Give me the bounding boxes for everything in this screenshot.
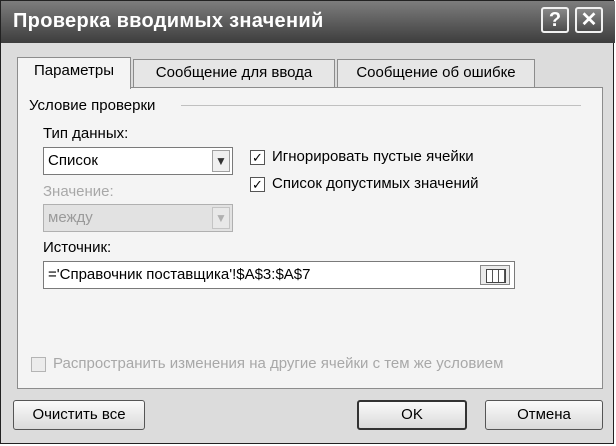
close-icon: ✕ — [580, 9, 598, 31]
check-icon: ✓ — [252, 150, 263, 165]
ok-button[interactable]: OK — [357, 400, 467, 430]
group-divider — [181, 105, 581, 106]
range-select-button[interactable] — [480, 265, 510, 285]
data-type-label: Тип данных: — [43, 125, 129, 142]
source-value: ='Справочник поставщика'!$A$3:$A$7 — [48, 266, 311, 283]
cancel-button[interactable]: Отмена — [485, 400, 603, 430]
chevron-down-icon: ▼ — [212, 207, 230, 229]
tab-parameters[interactable]: Параметры — [17, 57, 131, 89]
value-select: между ▼ — [43, 204, 233, 232]
tab-input-message[interactable]: Сообщение для ввода — [133, 59, 335, 87]
title-bar[interactable]: Проверка вводимых значений ? ✕ — [1, 1, 615, 43]
ignore-blank-label[interactable]: Игнорировать пустые ячейки — [272, 148, 474, 165]
close-button[interactable]: ✕ — [575, 7, 603, 33]
in-cell-dropdown-checkbox[interactable]: ✓ — [250, 177, 265, 192]
in-cell-dropdown-label[interactable]: Список допустимых значений — [272, 175, 479, 192]
apply-all-checkbox — [31, 357, 46, 372]
group-title: Условие проверки — [29, 97, 162, 114]
data-type-select[interactable]: Список ▼ — [43, 147, 233, 175]
data-type-value: Список — [48, 152, 98, 169]
validation-dialog: Проверка вводимых значений ? ✕ Параметры… — [0, 0, 615, 444]
help-icon: ? — [548, 9, 562, 31]
source-input[interactable]: ='Справочник поставщика'!$A$3:$A$7 — [43, 261, 515, 289]
value-label: Значение: — [43, 183, 114, 200]
range-select-icon — [486, 269, 506, 283]
ignore-blank-checkbox[interactable]: ✓ — [250, 150, 265, 165]
chevron-down-icon[interactable]: ▼ — [212, 150, 230, 172]
source-label: Источник: — [43, 239, 112, 256]
help-button[interactable]: ? — [541, 7, 569, 33]
clear-all-button[interactable]: Очистить все — [13, 400, 145, 430]
value-select-value: между — [48, 209, 93, 226]
tab-error-message[interactable]: Сообщение об ошибке — [337, 59, 535, 87]
check-icon: ✓ — [252, 177, 263, 192]
apply-all-label: Распространить изменения на другие ячейк… — [53, 355, 504, 372]
window-title: Проверка вводимых значений — [13, 10, 324, 32]
